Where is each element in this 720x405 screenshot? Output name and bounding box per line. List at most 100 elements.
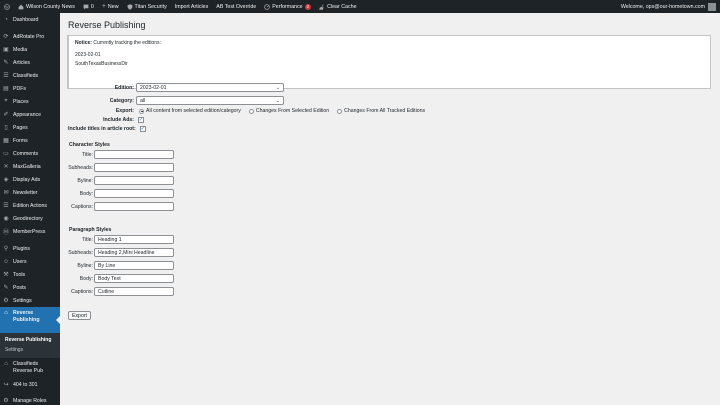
paragraph-style-label: Byline: (77, 262, 93, 269)
sidebar-item-posts[interactable]: ✎ Posts (0, 281, 60, 294)
new-content-link[interactable]: + New (98, 0, 123, 13)
site-name-link[interactable]: Wilson County News (14, 0, 79, 13)
sidebar-item-label: Dashboard (13, 16, 39, 23)
broom-icon (319, 3, 325, 10)
export-button[interactable]: Export (68, 311, 91, 320)
sidebar-item-appearance[interactable]: ✐ Appearance (0, 108, 60, 121)
sidebar-item-reverse-publishing[interactable]: ⌂ Reverse Publishing (0, 307, 60, 333)
include-titles-checkbox[interactable]: ✓ (139, 126, 146, 132)
sidebar-item-dashboard[interactable]: ◔ Dashboard (0, 13, 60, 26)
sidebar-item-manage-roles[interactable]: ⚙ Manage Roles (0, 394, 60, 405)
sidebar-item-label: Appearance (13, 111, 41, 118)
paragraph-style-input[interactable]: Heading 2,Mini Headline (94, 248, 174, 257)
sidebar-item-comments[interactable]: ▭ Comments (0, 147, 60, 160)
paragraph-style-input[interactable]: Heading 1 (94, 235, 174, 244)
users-icon: ☺ (2, 258, 10, 265)
character-style-input[interactable] (94, 189, 174, 198)
sidebar-item-plugins[interactable]: ⚲ Plugins (0, 242, 60, 255)
category-value: all (140, 97, 146, 104)
import-articles-link[interactable]: Import Articles (171, 0, 213, 13)
sidebar-item-settings[interactable]: ⚙ Settings (0, 294, 60, 307)
ab-test-override-link[interactable]: AB Test Override (212, 0, 260, 13)
submenu-item-reverse-publishing[interactable]: Reverse Publishing (0, 335, 60, 345)
notice-date: 2023-02-01 (75, 51, 101, 58)
sidebar-item-pages[interactable]: ▯ Pages (0, 121, 60, 134)
edition-row: Edition: 2023-02-01 ⌄ (60, 83, 284, 92)
sidebar-item-label: Articles (13, 59, 31, 66)
tools-icon: ⚒ (3, 272, 9, 278)
sidebar-item-memberpress[interactable]: Ⓜ MemberPress (0, 225, 60, 238)
sidebar-active-line2: Publishing (13, 317, 40, 323)
character-styles-heading: Character Styles (69, 142, 110, 148)
sidebar-item-label: AdRotate Pro (13, 33, 45, 40)
sidebar-item-label: Users (13, 258, 27, 265)
sidebar-item-label: Forms (13, 137, 28, 144)
sidebar-item-classifieds-reverse-pub[interactable]: ⌂ Classifieds Reverse Pub (0, 358, 60, 378)
export-changes-all-label: Changes From All Tracked Editions (344, 108, 426, 114)
sidebar-item-media[interactable]: ▣ Media (0, 43, 60, 56)
sidebar-item-label: Geodirectory (13, 215, 43, 222)
sidebar-item-404-to-301[interactable]: ↪ 404 to 301 (0, 378, 60, 391)
sidebar-item-newsletter[interactable]: ✉ Newsletter (0, 186, 60, 199)
sidebar-item-tools[interactable]: ⚒ Tools (0, 268, 60, 281)
character-style-label: Subheads: (68, 164, 93, 171)
performance-link[interactable]: Performance 2 (260, 0, 315, 13)
category-select[interactable]: all ⌄ (136, 96, 284, 105)
paragraph-style-input[interactable]: By Line (94, 261, 174, 270)
include-titles-label: Include titles in article root: (68, 126, 136, 132)
appearance-icon: ✐ (3, 112, 9, 118)
export-all-radio[interactable] (139, 108, 144, 114)
sidebar-item-label: Plugins (13, 245, 31, 252)
sidebar-item-geodirectory[interactable]: ◉ Geodirectory (0, 212, 60, 225)
clear-cache-link[interactable]: Clear Cache (315, 0, 360, 13)
category-label: Category: (109, 97, 134, 104)
page-title: Reverse Publishing (68, 20, 146, 30)
export-label: Export: (115, 108, 134, 114)
export-changes-all-radio[interactable] (337, 108, 343, 114)
character-style-input[interactable] (94, 163, 174, 172)
forms-icon: ▦ (3, 138, 9, 144)
edition-select[interactable]: 2023-02-01 ⌄ (136, 83, 284, 92)
paragraph-style-input[interactable]: Cutline (94, 287, 174, 296)
sidebar-item-places[interactable]: ⌖ Places (0, 95, 60, 108)
sidebar-item-label: Comments (13, 150, 39, 157)
sidebar-item-classifieds[interactable]: ☰ Classifieds (0, 69, 60, 82)
submenu-item-settings[interactable]: Settings (0, 345, 60, 355)
sidebar-item-articles[interactable]: ✎ Articles (0, 56, 60, 69)
character-style-input[interactable] (94, 150, 174, 159)
sidebar-item-edition-actions[interactable]: ☰ Edition Actions (0, 199, 60, 212)
sidebar-item-label: Newsletter (13, 189, 38, 196)
redirect-icon: ↪ (3, 382, 9, 388)
paragraph-style-row: Body: Body Text (60, 274, 174, 283)
character-style-row: Subheads: (60, 163, 174, 172)
sidebar-item-users[interactable]: ☺ Users (0, 255, 60, 268)
comments-link[interactable]: 0 (79, 0, 98, 13)
character-style-input[interactable] (94, 202, 174, 211)
ab-test-override-label: AB Test Override (216, 3, 257, 10)
geodirectory-icon: ◉ (3, 216, 9, 222)
include-ads-label: Include Ads: (103, 117, 134, 123)
sidebar-item-pdfs[interactable]: ▤ PDFs (0, 82, 60, 95)
export-changes-selected-radio[interactable] (248, 108, 254, 114)
media-icon: ▣ (3, 47, 9, 53)
notice-edition: SouthTexasBusinessDir (75, 61, 128, 67)
plus-icon: + (101, 3, 106, 10)
titan-security-link[interactable]: Titan Security (123, 0, 171, 13)
include-ads-checkbox[interactable]: ✓ (138, 117, 144, 123)
welcome-text[interactable]: Welcome, ops@our-hometown.com (621, 4, 705, 10)
sidebar-item-label: Manage Roles (13, 397, 47, 404)
sidebar-item-display-ads[interactable]: ◈ Display Ads (0, 173, 60, 186)
wordpress-logo[interactable]: W (0, 0, 14, 13)
avatar[interactable] (708, 2, 716, 11)
sidebar-item-label: Display Ads (13, 176, 41, 183)
sidebar-item-maxgalleria[interactable]: ✕ MaxGalleria (0, 160, 60, 173)
character-style-input[interactable] (94, 176, 174, 185)
character-style-row: Captions: (60, 202, 174, 211)
performance-label: Performance (272, 3, 303, 10)
sidebar-item-forms[interactable]: ▦ Forms (0, 134, 60, 147)
paragraph-style-label: Captions: (71, 288, 93, 295)
paragraph-style-input[interactable]: Body Text (94, 274, 174, 283)
import-articles-label: Import Articles (174, 3, 209, 10)
sidebar-item-adrotate[interactable]: ⟳ AdRotate Pro (0, 30, 60, 43)
performance-icon (264, 3, 270, 10)
